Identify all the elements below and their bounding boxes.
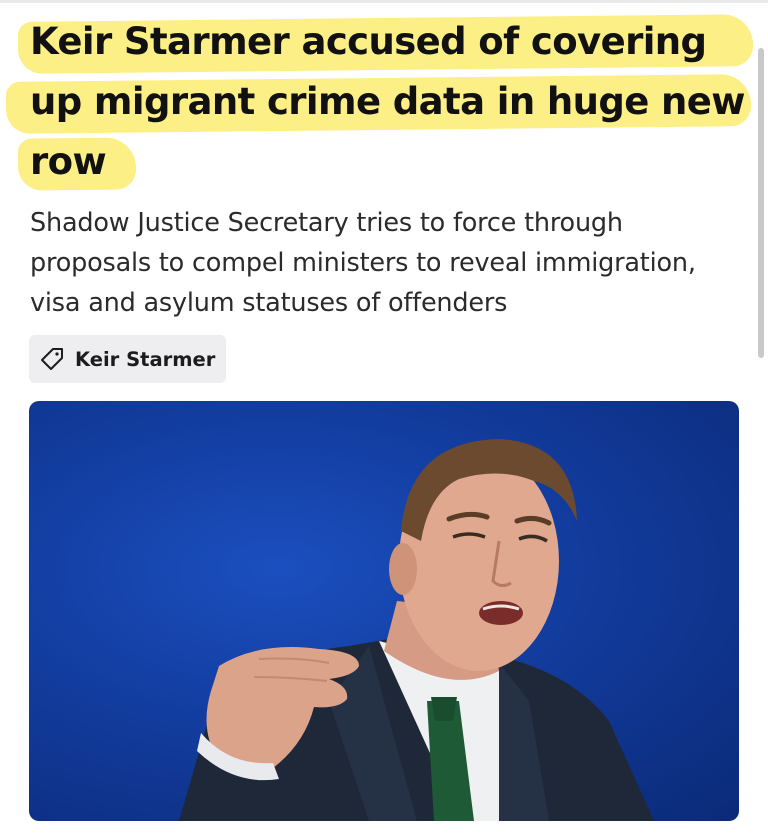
top-divider [0, 0, 768, 3]
headline-line-2-row: up migrant crime data in huge new [5, 74, 754, 134]
article-photo [29, 401, 739, 821]
article-subheadline: Shadow Justice Secretary tries to force … [30, 208, 696, 318]
tag-icon [39, 345, 67, 373]
article-headline: Keir Starmer accused of covering up migr… [5, 14, 754, 194]
speaker-illustration [179, 439, 654, 821]
headline-line-3: row [30, 140, 107, 183]
headline-line-3-row: row [17, 134, 754, 194]
tag-label: Keir Starmer [75, 347, 216, 371]
headline-line-1: Keir Starmer accused of covering [30, 20, 707, 63]
headline-line-2: up migrant crime data in huge new [30, 80, 745, 123]
headline-line-1-row: Keir Starmer accused of covering [17, 14, 754, 74]
topic-tag[interactable]: Keir Starmer [29, 335, 226, 383]
scrollbar[interactable] [758, 48, 764, 358]
